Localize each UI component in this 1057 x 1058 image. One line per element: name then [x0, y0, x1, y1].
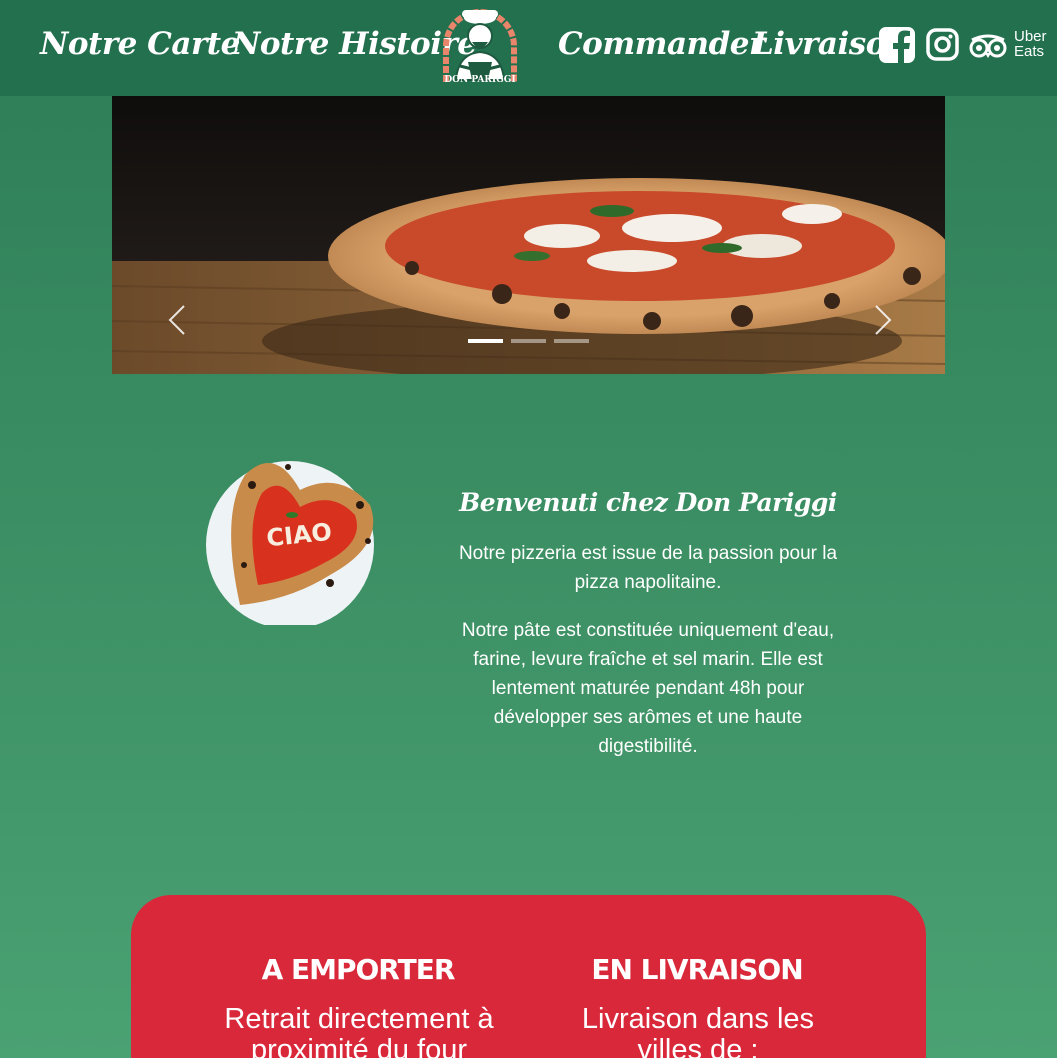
pizza-slide-image	[112, 96, 945, 374]
nav-notre-carte[interactable]: Notre Carte	[40, 26, 240, 62]
hero-carousel	[112, 96, 945, 374]
tripadvisor-icon[interactable]	[968, 33, 1008, 59]
ubereats-line1: Uber	[1014, 28, 1047, 45]
carousel-indicator-1[interactable]	[468, 339, 503, 343]
livraison-title: EN LIVRAISON	[591, 953, 803, 986]
ubereats-line2: Eats	[1014, 43, 1045, 60]
carousel-indicator-2[interactable]	[511, 339, 546, 343]
ubereats-link[interactable]: Uber Eats	[1014, 29, 1056, 59]
nav-commander[interactable]: Commander	[558, 26, 765, 62]
emporter-text: Retrait directement à proximité du four	[224, 1003, 494, 1058]
livraison-text: Livraison dans les villes de :	[581, 1003, 815, 1058]
intro-paragraph-1: Notre pizzeria est issue de la passion p…	[458, 543, 838, 593]
instagram-icon[interactable]	[926, 28, 959, 61]
carousel-indicator-3[interactable]	[554, 339, 589, 343]
facebook-icon[interactable]	[879, 27, 915, 63]
heart-pizza-image: CIAO	[206, 461, 374, 625]
logo-wordmark: DON PARIGGI	[444, 75, 516, 85]
chevron-left-icon[interactable]	[162, 296, 192, 344]
chevron-right-icon[interactable]	[868, 296, 898, 344]
intro-paragraph-2: Notre pâte est constituée uniquement d'e…	[461, 620, 835, 757]
welcome-title: Benvenuti chez Don Pariggi	[459, 488, 837, 517]
emporter-title: A EMPORTER	[261, 953, 456, 986]
carousel-indicators	[468, 339, 589, 345]
top-navigation-bar: Notre Carte Notre Histoire DON PARIGGI C…	[0, 0, 1057, 96]
